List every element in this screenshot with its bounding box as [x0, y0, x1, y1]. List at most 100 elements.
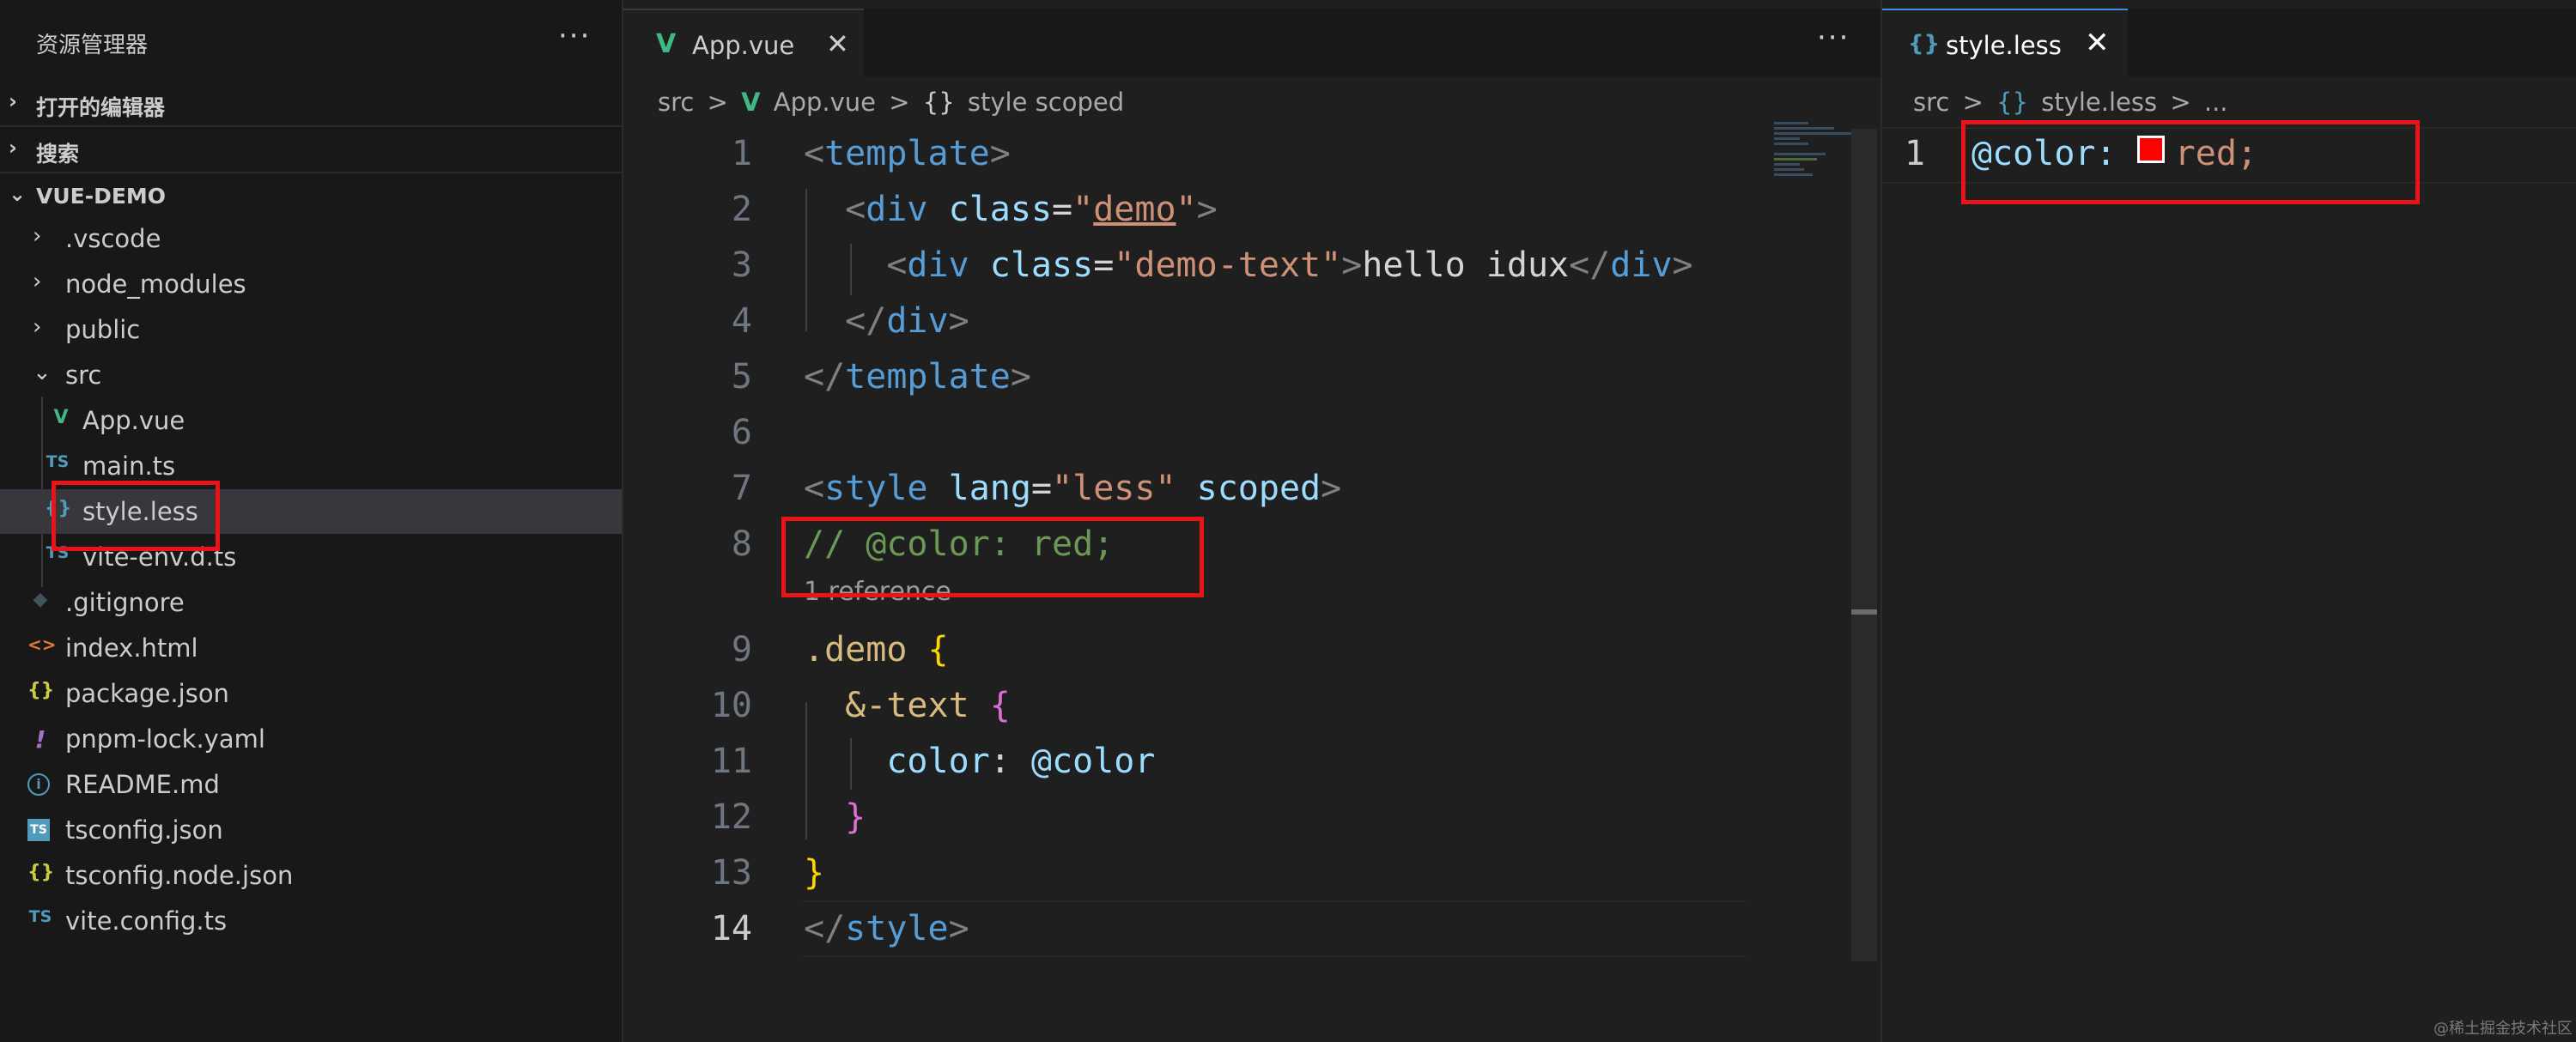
vue-file-icon: V: [53, 407, 69, 428]
code-line[interactable]: 1 <template>: [623, 127, 1748, 182]
tree-item-label: pnpm-lock.yaml: [65, 724, 265, 754]
code-line[interactable]: 14 </style>: [623, 902, 1748, 957]
code-line[interactable]: 3 <div class="demo-text">hello idux</div…: [623, 239, 1748, 294]
tree-item-label: node_modules: [65, 270, 246, 299]
close-icon[interactable]: ✕: [2085, 26, 2110, 60]
line-number: 13: [710, 853, 752, 893]
chevron-down-icon: ⌄: [9, 182, 27, 206]
tree-item-gitignore[interactable]: ◆ .gitignore: [0, 580, 622, 625]
tree-item-label: src: [65, 360, 102, 390]
line-number: 8: [731, 524, 752, 564]
line-number: 1: [1904, 134, 1925, 173]
tree-item-label: .vscode: [65, 224, 161, 253]
tree-item-label: main.ts: [82, 451, 176, 481]
highlight-box-color-definition: [1961, 120, 2420, 204]
tree-item-package-json[interactable]: {} package.json: [0, 671, 622, 716]
highlight-box-commented-line: [781, 517, 1204, 597]
line-number: 10: [710, 686, 752, 725]
section-label: 打开的编辑器: [36, 95, 166, 120]
section-search[interactable]: › 搜索: [0, 127, 622, 172]
breadcrumb-item[interactable]: App.vue: [774, 88, 876, 117]
code-line[interactable]: 6: [623, 406, 1748, 461]
tree-item-label: tsconfig.json: [65, 815, 223, 845]
line-number: 1: [731, 134, 752, 173]
breadcrumb-item[interactable]: src: [1913, 88, 1949, 117]
code-text: .demo {: [804, 630, 949, 669]
tab-app-vue[interactable]: V App.vue ✕: [623, 9, 864, 79]
chevron-right-icon: ›: [33, 314, 42, 340]
tree-item-app-vue[interactable]: V App.vue: [0, 398, 622, 443]
tree-item-pnpm-lock[interactable]: ! pnpm-lock.yaml: [0, 717, 622, 761]
vue-file-icon: V: [656, 29, 677, 59]
tree-item-tsconfig-node[interactable]: {} tsconfig.node.json: [0, 853, 622, 898]
tree-item-tsconfig[interactable]: TS tsconfig.json: [0, 808, 622, 852]
breadcrumb-item[interactable]: ...: [2204, 88, 2228, 117]
line-number: 11: [710, 742, 752, 781]
tree-item-vite-config[interactable]: TS vite.config.ts: [0, 899, 622, 943]
section-open-editors[interactable]: › 打开的编辑器: [0, 81, 622, 125]
code-line[interactable]: 4 </div>: [623, 294, 1748, 349]
code-line[interactable]: 7 <style lang="less" scoped>: [623, 462, 1748, 517]
breadcrumb-item[interactable]: style scoped: [968, 88, 1124, 117]
json-file-icon: {}: [27, 680, 55, 701]
tree-item-label: README.md: [65, 770, 220, 799]
tree-item-readme[interactable]: i README.md: [0, 762, 622, 807]
section-label: VUE-DEMO: [36, 184, 167, 209]
braces-icon: {}: [1996, 88, 2028, 117]
code-text: <div class="demo-text">hello idux</div>: [886, 245, 1693, 285]
code-text: &-text {: [845, 686, 1011, 725]
tree-item-node-modules[interactable]: › node_modules: [0, 262, 622, 306]
section-vue-demo[interactable]: ⌄ VUE-DEMO: [0, 173, 622, 218]
code-line[interactable]: 9 .demo {: [623, 623, 1748, 678]
chevron-right-icon: ›: [33, 269, 42, 294]
tree-item-label: vite.config.ts: [65, 906, 228, 936]
section-label: 搜索: [36, 142, 80, 167]
yaml-file-icon: !: [34, 725, 46, 754]
tab-style-less[interactable]: {} style.less ✕: [1882, 9, 2128, 79]
line-number: 7: [731, 469, 752, 508]
code-line[interactable]: 5 </template>: [623, 350, 1748, 405]
tab-bar: {} style.less ✕: [1882, 9, 2576, 79]
code-text: color: @color: [886, 742, 1156, 781]
chevron-down-icon: ⌄: [33, 360, 52, 385]
tree-item-public[interactable]: › public: [0, 307, 622, 352]
explorer-more-icon[interactable]: ···: [558, 19, 591, 53]
tree-item-index-html[interactable]: <> index.html: [0, 626, 622, 670]
breadcrumb-item[interactable]: src: [658, 88, 694, 117]
code-text: <template>: [804, 134, 1011, 173]
tree-item-label: tsconfig.node.json: [65, 861, 294, 890]
line-number: 9: [731, 630, 752, 669]
tree-item-src[interactable]: ⌄ src: [0, 353, 622, 397]
tree-item-vscode[interactable]: › .vscode: [0, 216, 622, 261]
vertical-scrollbar[interactable]: [1851, 129, 1877, 961]
tab-bar: V App.vue ✕ ···: [623, 9, 1880, 79]
git-file-icon: ◆: [33, 589, 48, 610]
tree-item-label: public: [65, 315, 141, 344]
line-number: 6: [731, 413, 752, 452]
breadcrumb-item[interactable]: style.less: [2041, 88, 2157, 117]
tree-item-label: .gitignore: [65, 588, 185, 617]
chevron-right-icon: >: [2170, 88, 2191, 117]
scrollbar-thumb[interactable]: [1851, 609, 1877, 615]
line-number: 3: [731, 245, 752, 285]
html-file-icon: <>: [27, 634, 57, 655]
breadcrumb: src > V App.vue > {} style scoped: [658, 88, 1129, 117]
chevron-right-icon: ›: [9, 89, 17, 113]
braces-icon: {}: [922, 88, 955, 117]
tab-label: App.vue: [692, 31, 795, 60]
code-text: }: [845, 797, 866, 837]
editor-more-icon[interactable]: ···: [1817, 21, 1850, 55]
line-number: 14: [710, 909, 752, 948]
chevron-right-icon: >: [1962, 88, 1984, 117]
code-line[interactable]: 13 }: [623, 846, 1748, 901]
code-line[interactable]: 2 <div class="demo">: [623, 183, 1748, 238]
close-icon[interactable]: ✕: [826, 27, 849, 60]
editor-group-style-less: {} style.less ✕ src > {} style.less > ..…: [1880, 0, 2576, 1042]
code-line[interactable]: 11 color: @color: [623, 735, 1748, 790]
code-line[interactable]: 12 }: [623, 791, 1748, 845]
breadcrumb: src > {} style.less > ...: [1913, 88, 2233, 117]
info-icon: i: [27, 773, 50, 796]
code-line[interactable]: 10 &-text {: [623, 679, 1748, 734]
watermark: @稀土掘金技术社区: [2433, 1020, 2573, 1038]
minimap[interactable]: [1774, 122, 1860, 191]
